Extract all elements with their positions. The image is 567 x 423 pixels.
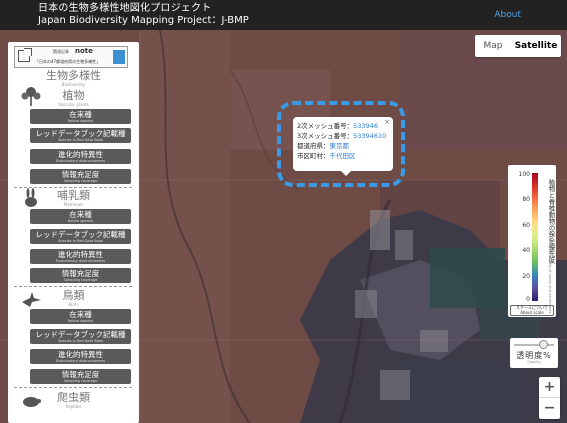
button-sublabel: Native species [67, 119, 94, 123]
mesh3-label: 3次メッシュ番号： [297, 132, 354, 140]
legend-tick: 40 [522, 247, 530, 254]
popup-pointer [341, 171, 351, 176]
app-header: 日本の生物多様性地図化プロジェクト Japan Biodiversity Map… [0, 0, 567, 30]
button-sublabel: Species in Red Data Book [58, 138, 103, 142]
mammals-label-en: Mammals [63, 202, 84, 207]
reptiles-heading[interactable]: 爬虫類 Reptiles [8, 392, 139, 410]
button-sublabel: Species in Red Data Book [58, 339, 103, 343]
city-row: 市区町村：千代田区 [297, 151, 389, 161]
zoom-in-button[interactable]: + [539, 377, 560, 398]
button-label: レッドデータブック記載種 [35, 330, 126, 339]
related-article-title: 「日本の47都道府県の生物多様性」 [35, 59, 101, 64]
zoom-control: + − [539, 377, 560, 419]
mesh2-row: 2次メッシュ番号：533946 [297, 121, 389, 131]
about-link[interactable]: About [494, 10, 521, 20]
reptiles-label-en: Reptiles [65, 404, 82, 409]
legend-tick: 0 [526, 296, 530, 303]
button-sublabel: Sampling coverage [63, 179, 98, 183]
related-article-link[interactable]: 関連記事 note 「日本の47都道府県の生物多様性」 [14, 46, 128, 68]
legend-tick: 20 [522, 273, 530, 280]
plants-red-data-button[interactable]: レッドデータブック記載種 Species in Red Data Book [30, 128, 131, 143]
opacity-slider-track[interactable] [514, 344, 554, 346]
button-sublabel: Evolutionary distinctiveness [55, 359, 106, 363]
layer-sidebar: 関連記事 note 「日本の47都道府県の生物多様性」 生物多様性 Biodiv… [8, 42, 139, 423]
opacity-control: 透明度% Opacity [510, 338, 558, 368]
book-thumbnail-icon [113, 50, 125, 64]
birds-evolutionary-button[interactable]: 進化的特異性 Evolutionary distinctiveness [30, 349, 131, 364]
prefecture-label: 都道府県： [297, 142, 330, 150]
button-sublabel: Evolutionary distinctiveness [55, 159, 106, 163]
mesh2-label: 2次メッシュ番号： [297, 122, 354, 130]
birds-native-button[interactable]: 在来種 Native species [30, 309, 131, 324]
mesh2-link[interactable]: 533946 [353, 122, 378, 130]
plants-sampling-button[interactable]: 情報充足度 Sampling coverage [30, 169, 131, 184]
plants-native-button[interactable]: 在来種 Native species [30, 109, 131, 124]
mesh3-row: 3次メッシュ番号：53394610 [297, 131, 389, 141]
button-label: 情報充足度 [61, 370, 100, 379]
mesh3-link[interactable]: 53394610 [353, 132, 386, 140]
about-scale-label-en: About scale [520, 309, 544, 315]
plants-heading[interactable]: 植物 Vascular plants [8, 90, 139, 108]
mesh-info-popup: × 2次メッシュ番号：533946 3次メッシュ番号：53394610 都道府県… [293, 117, 393, 171]
city-link[interactable]: 千代田区 [330, 152, 356, 160]
button-sublabel: Native species [67, 219, 94, 223]
button-label: 進化的特異性 [58, 350, 103, 359]
mammals-native-button[interactable]: 在来種 Native species [30, 209, 131, 224]
satellite-view-button[interactable]: Satellite [511, 35, 561, 57]
button-label: 進化的特異性 [58, 250, 103, 259]
mammals-evolutionary-button[interactable]: 進化的特異性 Evolutionary distinctiveness [30, 249, 131, 264]
external-link-icon [18, 48, 32, 62]
related-article-label: 関連記事 [53, 49, 69, 54]
mammals-label-ja: 哺乳類 [57, 189, 90, 202]
legend-tick: 100 [518, 171, 530, 178]
button-label: 情報充足度 [61, 269, 100, 278]
birds-red-data-button[interactable]: レッドデータブック記載種 Species in Red Data Book [30, 329, 131, 344]
plants-label-ja: 植物 [62, 89, 85, 102]
opacity-slider-handle[interactable] [539, 340, 548, 349]
button-sublabel: Sampling coverage [63, 379, 98, 383]
birds-label-en: Birds [68, 302, 79, 307]
birds-heading[interactable]: 鳥類 Birds [8, 290, 139, 308]
city-label: 市区町村： [297, 152, 330, 160]
legend-title-en: Conservation priority of plants and vert… [548, 231, 552, 314]
button-sublabel: Sampling coverage [63, 278, 98, 282]
about-scale-button[interactable]: スケールについて About scale [510, 305, 554, 316]
biodiversity-label-ja: 生物多様性 [46, 69, 101, 82]
birds-sampling-button[interactable]: 情報充足度 Sampling coverage [30, 369, 131, 384]
plants-evolutionary-button[interactable]: 進化的特異性 Evolutionary distinctiveness [30, 149, 131, 164]
section-divider [14, 286, 132, 287]
section-divider [14, 387, 132, 388]
prefecture-link[interactable]: 東京都 [330, 142, 350, 150]
button-sublabel: Species in Red Data Book [58, 239, 103, 243]
birds-label-ja: 鳥類 [62, 289, 85, 302]
map-view-button[interactable]: Map [475, 35, 511, 57]
button-label: 進化的特異性 [58, 150, 103, 159]
button-label: 在来種 [69, 110, 92, 119]
button-sublabel: Evolutionary distinctiveness [55, 259, 106, 263]
prefecture-row: 都道府県：東京都 [297, 141, 389, 151]
app-title-ja: 日本の生物多様性地図化プロジェクト [38, 3, 212, 14]
button-label: 情報充足度 [61, 170, 100, 179]
map-type-control: Map Satellite [475, 35, 561, 57]
button-sublabel: Native species [67, 319, 94, 323]
opacity-sublabel: Opacity [527, 360, 541, 364]
mammals-heading[interactable]: 哺乳類 Mammals [8, 190, 139, 208]
button-label: レッドデータブック記載種 [35, 129, 126, 138]
legend-tick: 80 [522, 196, 530, 203]
button-label: 在来種 [69, 210, 92, 219]
button-label: 在来種 [69, 310, 92, 319]
color-legend: 100 80 60 40 20 0 植物と脊椎動物の保全優先度 Conserva… [508, 165, 556, 317]
close-icon[interactable]: × [384, 117, 390, 127]
legend-color-bar [532, 173, 538, 301]
app-title-en: Japan Biodiversity Mapping Project：J-BMP [38, 15, 249, 26]
mammals-red-data-button[interactable]: レッドデータブック記載種 Species in Red Data Book [30, 229, 131, 244]
note-logo: note [75, 47, 93, 55]
legend-tick: 60 [522, 222, 530, 229]
reptiles-label-ja: 爬虫類 [57, 391, 90, 404]
zoom-out-button[interactable]: − [539, 398, 560, 419]
mammals-sampling-button[interactable]: 情報充足度 Sampling coverage [30, 268, 131, 283]
plants-label-en: Vascular plants [58, 102, 89, 107]
button-label: レッドデータブック記載種 [35, 230, 126, 239]
